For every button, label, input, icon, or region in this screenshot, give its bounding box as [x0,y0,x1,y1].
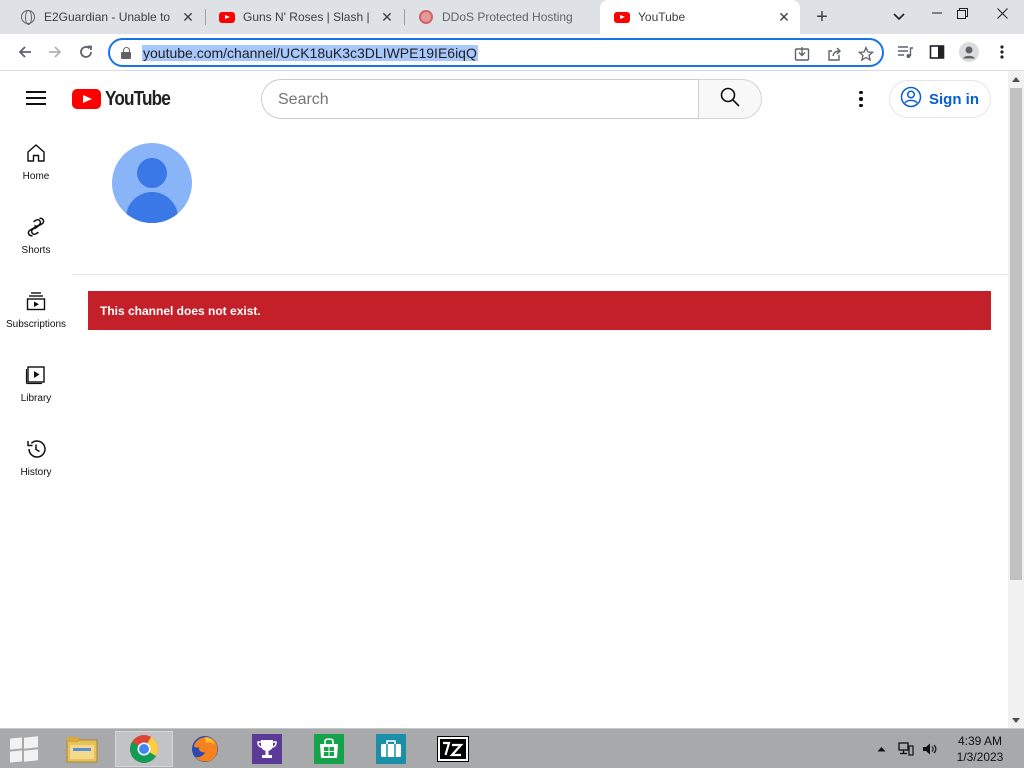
firefox-icon[interactable] [176,731,234,767]
close-window-button[interactable] [980,0,1024,26]
guide-label: Library [20,393,52,404]
close-tab-icon[interactable]: ✕ [379,9,395,25]
sign-in-button[interactable]: Sign in [889,80,991,118]
guide-item-home[interactable]: Home [0,127,72,201]
settings-menu-button[interactable] [849,87,873,111]
7zip-icon[interactable] [424,731,482,767]
clock-date: 1/3/2023 [956,750,1004,764]
scroll-down-arrow-icon[interactable] [1012,718,1020,723]
store-icon[interactable] [300,731,358,767]
search-button[interactable] [698,79,762,119]
avatar-head [137,158,167,188]
guide-item-library[interactable]: Library [0,349,72,423]
guide-label: Home [22,171,50,182]
install-icon[interactable] [792,44,812,64]
show-hidden-icons-button[interactable] [872,729,890,768]
restore-button[interactable] [945,0,979,26]
tab-youtube[interactable]: YouTube ✕ [600,0,800,34]
tab-title: Guns N' Roses | Slash | Fo [243,10,373,24]
bookmark-star-icon[interactable] [856,44,876,64]
subscriptions-icon [24,289,48,313]
guide-label: Subscriptions [5,319,67,330]
sign-in-label: Sign in [929,90,979,108]
library-icon [24,363,48,387]
channel-not-found-alert: This channel does not exist. [88,291,991,330]
share-icon[interactable] [824,44,844,64]
youtube-icon [219,9,235,25]
masthead: YouTube Sign in [0,71,1008,127]
tab-title: YouTube [638,10,686,24]
side-panel-icon[interactable] [924,39,950,65]
tab-guns-n-roses[interactable]: Guns N' Roses | Slash | Fo ✕ [205,0,403,34]
briefcase-icon[interactable] [362,731,420,767]
close-tab-icon[interactable]: ✕ [776,9,792,25]
volume-icon[interactable] [920,729,940,768]
home-icon [24,141,48,165]
file-explorer-icon[interactable] [53,731,111,767]
lock-icon[interactable] [121,47,131,59]
guide-label: History [20,467,52,478]
address-url[interactable]: youtube.com/channel/UCK18uK3c3DLIWPE19IE… [142,45,478,61]
new-tab-button[interactable]: + [810,5,834,29]
trophy-icon[interactable] [238,731,296,767]
youtube-wordmark: YouTube [105,87,171,110]
forward-button[interactable] [42,39,68,65]
guide-label: Shorts [21,245,51,256]
chrome-icon[interactable] [115,731,173,767]
tab-title: E2Guardian - Unable to l [44,10,174,24]
tab-e2guardian[interactable]: E2Guardian - Unable to l ✕ [6,0,204,34]
channel-avatar [112,143,192,223]
avatar-body [126,192,178,223]
windows-start-button[interactable] [10,736,40,763]
clock-time: 4:39 AM [957,734,1003,748]
tab-title: DDoS Protected Hosting [442,10,573,24]
media-controls-icon[interactable] [892,39,918,65]
search-box[interactable] [261,79,699,119]
youtube-logo[interactable]: YouTube [72,88,181,110]
profile-avatar-icon[interactable] [956,39,982,65]
shorts-icon [24,215,48,239]
youtube-page: YouTube Sign in [0,71,1008,728]
page-scrollbar[interactable] [1008,71,1024,728]
windows-taskbar: 4:39 AM 1/3/2023 [0,728,1024,768]
scroll-up-arrow-icon[interactable] [1012,77,1020,82]
search-icon [719,86,741,113]
chrome-menu-icon[interactable] [989,39,1015,65]
globe-icon [20,9,36,25]
ddos-icon [418,9,434,25]
system-clock[interactable]: 4:39 AM 1/3/2023 [948,733,1012,765]
browser-toolbar: youtube.com/channel/UCK18uK3c3DLIWPE19IE… [0,34,1024,71]
browser-tab-strip: E2Guardian - Unable to l ✕ Guns N' Roses… [0,0,1024,34]
account-circle-icon [900,86,922,112]
alert-message: This channel does not exist. [100,303,261,318]
youtube-icon [614,9,630,25]
youtube-play-icon [72,89,101,109]
guide-item-shorts[interactable]: Shorts [0,201,72,275]
channel-divider [72,274,1008,275]
search-input[interactable] [278,89,678,111]
close-tab-icon[interactable]: ✕ [180,9,196,25]
reload-button[interactable] [73,39,99,65]
tab-search-button[interactable] [882,4,916,30]
guide-item-subscriptions[interactable]: Subscriptions [0,275,72,349]
tab-ddos-hosting[interactable]: DDoS Protected Hosting [404,0,598,34]
scrollbar-thumb[interactable] [1010,88,1022,580]
back-button[interactable] [12,39,38,65]
address-bar[interactable]: youtube.com/channel/UCK18uK3c3DLIWPE19IE… [108,38,884,67]
guide-menu-button[interactable] [24,88,48,110]
history-icon [24,437,48,461]
network-icon[interactable] [896,729,916,768]
guide-item-history[interactable]: History [0,423,72,497]
